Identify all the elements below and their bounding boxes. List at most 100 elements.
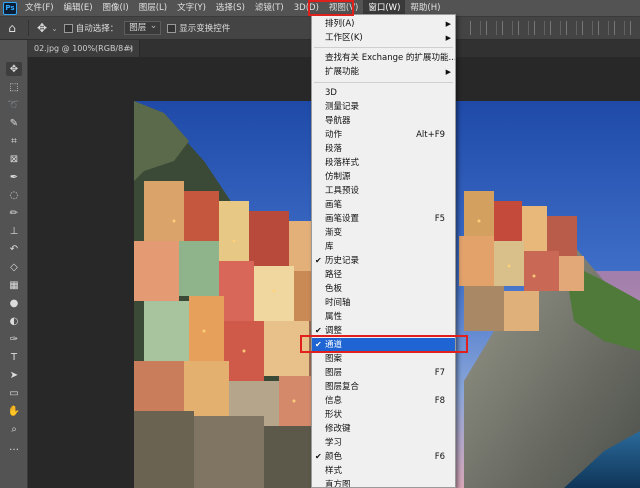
dodge-tool-icon[interactable]: ◐ (6, 314, 22, 328)
menu-item-label: 排列(A) (325, 19, 355, 29)
history-brush-tool-icon[interactable]: ↶ (6, 242, 22, 256)
tool-preset-chevron-icon[interactable]: ⌄ (51, 24, 58, 33)
clone-stamp-tool-icon[interactable]: ⊥ (6, 224, 22, 238)
menu-item-timeline[interactable]: 时间轴 (312, 296, 455, 310)
move-tool-icon[interactable]: ✥ (6, 62, 22, 76)
menu-item-libraries[interactable]: 库 (312, 240, 455, 254)
shape-tool-icon[interactable]: ▭ (6, 386, 22, 400)
menu-item-info[interactable]: 信息 F8 (312, 394, 455, 408)
menu-item-brushes[interactable]: 画笔 (312, 198, 455, 212)
type-tool-icon[interactable]: T (6, 350, 22, 364)
close-tab-icon[interactable]: × (127, 40, 134, 57)
menu-item-layers[interactable]: 图层 F7 (312, 366, 455, 380)
menu-item-properties[interactable]: 属性 (312, 310, 455, 324)
menu-item-label: 学习 (325, 438, 343, 448)
divider (28, 20, 29, 36)
marquee-tool-icon[interactable]: ⬚ (6, 80, 22, 94)
tools-panel: ✥ ⬚ ➰ ✎ ⌗ ⊠ ✒ ◌ ✏ ⊥ ↶ ◇ ▦ ● ◐ ✑ T ➤ ▭ ✋ … (0, 40, 28, 488)
quick-select-tool-icon[interactable]: ✎ (6, 116, 22, 130)
crop-tool-icon[interactable]: ⌗ (6, 134, 22, 148)
menu-item-label: 渐变 (325, 228, 343, 238)
auto-select-dropdown[interactable]: 图层 (124, 20, 162, 35)
menu-item-navigator[interactable]: 导航器 (312, 114, 455, 128)
menu-item-gradients[interactable]: 渐变 (312, 226, 455, 240)
menu-item-label: 扩展功能 (325, 67, 360, 77)
menu-item-styles[interactable]: 样式 (312, 464, 455, 478)
path-selection-tool-icon[interactable]: ➤ (6, 368, 22, 382)
menu-item-label: 图层 (325, 368, 343, 378)
menu-item-history[interactable]: ✔ 历史记录 (312, 254, 455, 268)
more-tools-icon[interactable]: … (6, 440, 22, 454)
menu-filter[interactable]: 滤镜(T) (250, 0, 289, 16)
menu-item-layer-comps[interactable]: 图层复合 (312, 380, 455, 394)
menu-item-learn[interactable]: 学习 (312, 436, 455, 450)
move-tool-icon[interactable]: ✥ (33, 21, 51, 35)
menu-item-label: 信息 (325, 396, 343, 406)
document-tab[interactable]: 02.jpg @ 100%(RGB/8#) × (28, 40, 140, 57)
menu-item-swatches[interactable]: 色板 (312, 282, 455, 296)
menu-item-paragraph[interactable]: 段落 (312, 142, 455, 156)
show-transform-checkbox[interactable] (167, 23, 177, 33)
align-icon[interactable] (614, 21, 625, 35)
auto-select-checkbox[interactable] (63, 23, 73, 33)
menu-select[interactable]: 选择(S) (211, 0, 250, 16)
menu-item-clone-source[interactable]: 仿制源 (312, 170, 455, 184)
menu-type[interactable]: 文字(Y) (172, 0, 211, 16)
menu-item-actions[interactable]: 动作 Alt+F9 (312, 128, 455, 142)
home-icon[interactable]: ⌂ (0, 16, 24, 40)
menu-item-tool-presets[interactable]: 工具预设 (312, 184, 455, 198)
menu-file[interactable]: 文件(F) (20, 0, 59, 16)
align-icon[interactable] (502, 21, 513, 35)
align-icon[interactable] (534, 21, 545, 35)
healing-brush-tool-icon[interactable]: ◌ (6, 188, 22, 202)
menu-item-patterns[interactable]: 图案 (312, 352, 455, 366)
menu-item-paragraph-styles[interactable]: 段落样式 (312, 156, 455, 170)
lasso-tool-icon[interactable]: ➰ (6, 98, 22, 112)
menu-item-channels[interactable]: ✔ 通道 (312, 338, 455, 352)
menu-item-label: 时间轴 (325, 298, 351, 308)
menu-item-histogram[interactable]: 直方图 (312, 478, 455, 488)
menu-item-label: 调整 (325, 326, 343, 336)
eraser-tool-icon[interactable]: ◇ (6, 260, 22, 274)
menu-item-extensions[interactable]: 扩展功能 ▶ (312, 65, 455, 79)
align-icon[interactable] (470, 21, 481, 35)
menu-item-label: 图层复合 (325, 382, 360, 392)
blur-tool-icon[interactable]: ● (6, 296, 22, 310)
menu-item-paths[interactable]: 路径 (312, 268, 455, 282)
menu-item-label: 段落 (325, 144, 343, 154)
menu-edit[interactable]: 编辑(E) (59, 0, 98, 16)
menu-item-workspace[interactable]: 工作区(K) ▶ (312, 31, 455, 45)
align-icon[interactable] (582, 21, 593, 35)
menu-item-label: 样式 (325, 466, 343, 476)
brush-tool-icon[interactable]: ✏ (6, 206, 22, 220)
menu-item-adjustments[interactable]: ✔ 调整 (312, 324, 455, 338)
menu-item-label: 库 (325, 242, 334, 252)
menu-item-shapes[interactable]: 形状 (312, 408, 455, 422)
align-icon[interactable] (550, 21, 561, 35)
align-icon[interactable] (630, 21, 640, 35)
align-icon[interactable] (566, 21, 577, 35)
menu-layer[interactable]: 图层(L) (134, 0, 172, 16)
align-icon[interactable] (486, 21, 497, 35)
window-menu-dropdown: 排列(A) ▶ 工作区(K) ▶ 查找有关 Exchange 的扩展功能... … (311, 14, 456, 488)
align-icon[interactable] (598, 21, 609, 35)
zoom-tool-icon[interactable]: ⌕ (6, 422, 22, 436)
frame-tool-icon[interactable]: ⊠ (6, 152, 22, 166)
gradient-tool-icon[interactable]: ▦ (6, 278, 22, 292)
hand-tool-icon[interactable]: ✋ (6, 404, 22, 418)
menu-item-brush-settings[interactable]: 画笔设置 F5 (312, 212, 455, 226)
menu-item-color[interactable]: ✔ 颜色 F6 (312, 450, 455, 464)
pen-tool-icon[interactable]: ✑ (6, 332, 22, 346)
menu-item-measurement-log[interactable]: 测量记录 (312, 100, 455, 114)
show-transform-label: 显示变换控件 (179, 24, 231, 34)
menu-item-modifier-keys[interactable]: 修改键 (312, 422, 455, 436)
menu-item-arrange[interactable]: 排列(A) ▶ (312, 17, 455, 31)
menu-item-label: 直方图 (325, 480, 351, 488)
eyedropper-tool-icon[interactable]: ✒ (6, 170, 22, 184)
menu-item-find-exchange-extensions[interactable]: 查找有关 Exchange 的扩展功能... (312, 51, 455, 65)
menu-image[interactable]: 图像(I) (98, 0, 134, 16)
menu-item-label: 查找有关 Exchange 的扩展功能... (325, 53, 456, 63)
menu-item-shortcut: Alt+F9 (416, 130, 445, 140)
menu-item-3d[interactable]: 3D (312, 86, 455, 100)
align-icon[interactable] (518, 21, 529, 35)
